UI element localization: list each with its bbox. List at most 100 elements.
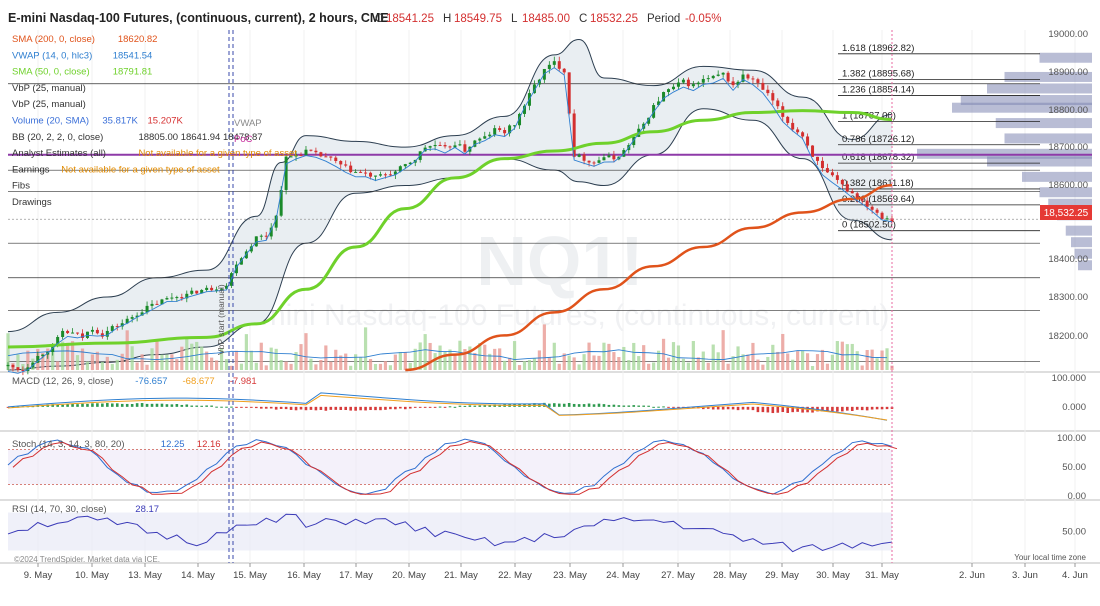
volume-bar (796, 351, 800, 370)
candle-body (205, 287, 209, 290)
macd-histogram-bar (294, 406, 298, 411)
volume-bar (512, 341, 517, 370)
volume-bar (815, 354, 820, 370)
volume-bar (304, 333, 308, 370)
macd-histogram-bar (86, 403, 89, 407)
macd-histogram-bar (284, 406, 288, 410)
candle-body (369, 172, 373, 177)
candle-body (716, 74, 720, 76)
volume-bar (855, 351, 859, 370)
candle-body (195, 290, 199, 294)
macd-histogram-bar (374, 406, 377, 411)
candle-body (845, 184, 849, 192)
candle-body (557, 61, 561, 69)
macd-histogram-bar (483, 405, 487, 407)
macd-histogram-bar (423, 406, 427, 408)
x-axis-tick-label: 21. May (444, 570, 478, 581)
macd-histogram-bar (304, 406, 308, 411)
volume-bar (771, 344, 775, 370)
x-axis-tick-label: 4. Jun (1062, 570, 1088, 581)
macd-histogram-bar (562, 403, 566, 407)
volume-bar (388, 365, 393, 370)
x-axis-tick-label: 30. May (816, 570, 850, 581)
candle-body (378, 174, 382, 176)
ohlc-value: 18532.25 (590, 13, 638, 25)
candle-body (354, 171, 358, 173)
macd-histogram-bar (731, 406, 735, 410)
candle-body (210, 287, 214, 291)
macd-histogram-bar (766, 406, 770, 413)
macd-histogram-bar (140, 403, 144, 407)
volume-bar (567, 355, 571, 370)
volume-bar (205, 351, 209, 370)
macd-histogram-bar (657, 406, 660, 408)
volume-bar (761, 364, 765, 370)
macd-histogram-bar (319, 406, 323, 410)
chart-canvas[interactable]: NQ1! E-mini Nasdaq-100 Futures, (continu… (0, 0, 1100, 606)
price-axis-tick: 18800.00 (1048, 105, 1088, 116)
volume-bar (557, 363, 561, 370)
candle-body (478, 138, 482, 141)
volume-bar (652, 362, 656, 370)
candle-body (130, 317, 134, 319)
fib-label: 1.236 (18854.14) (842, 85, 914, 96)
candle-body (334, 157, 338, 162)
volume-bar (845, 344, 849, 370)
macd-histogram-bar (269, 406, 273, 409)
candle-body (726, 72, 730, 82)
candle-body (696, 82, 700, 85)
macd-histogram-bar (672, 406, 675, 408)
volume-bar (617, 357, 621, 370)
macd-histogram-bar (329, 406, 333, 410)
macd-histogram-bar (885, 406, 889, 410)
macd-histogram-bar (761, 406, 765, 413)
volume-bar (214, 360, 219, 370)
legend-label: VbP (25, manual) (12, 83, 86, 94)
macd-histogram-bar (324, 406, 328, 411)
volume-bar (90, 354, 95, 370)
volume-bar (120, 353, 124, 370)
macd-histogram-bar (180, 404, 184, 407)
candle-body (314, 150, 318, 153)
candle-body (170, 297, 174, 299)
macd-histogram-bar (751, 406, 755, 411)
macd-histogram-bar (264, 406, 268, 409)
volume-bar (393, 354, 397, 370)
macd-histogram-bar (115, 403, 119, 407)
macd-histogram-bar (349, 406, 352, 411)
volume-bar (180, 346, 184, 370)
candle-body (547, 64, 551, 69)
macd-histogram-bar (726, 406, 730, 410)
macd-histogram-bar (428, 406, 432, 408)
candle-body (61, 330, 65, 337)
volume-bar (706, 362, 710, 370)
legend-value: 18620.82 (118, 34, 158, 45)
volume-bar (880, 350, 884, 370)
volume-bar (552, 342, 556, 370)
volume-bar (572, 357, 576, 370)
candle-body (681, 79, 685, 83)
price-axis-tick: 18400.00 (1048, 254, 1088, 265)
macd-histogram-bar (612, 404, 616, 407)
macd-histogram-bar (860, 406, 864, 411)
ohlc-value: 18485.00 (522, 13, 570, 25)
volume-bar (517, 365, 522, 370)
volume-bar (691, 340, 695, 370)
macd-histogram-bar (776, 406, 780, 413)
panel-value: 12.16 (197, 439, 221, 450)
candle-body (443, 145, 447, 147)
macd-histogram-bar (711, 406, 715, 410)
legend-value: Not available for a given type of asset (138, 148, 297, 159)
volume-bar (612, 352, 616, 370)
macd-histogram-bar (279, 406, 283, 409)
macd-histogram-bar (572, 403, 576, 407)
macd-histogram-bar (120, 403, 124, 407)
macd-histogram-bar (448, 406, 452, 408)
x-axis-tick-label: 22. May (498, 570, 532, 581)
candle-body (100, 333, 104, 337)
macd-histogram-bar (344, 406, 348, 411)
macd-histogram-bar (736, 406, 740, 411)
panel-value: -7.981 (230, 376, 257, 387)
volume-bar (264, 365, 268, 370)
candle-body (6, 364, 10, 367)
